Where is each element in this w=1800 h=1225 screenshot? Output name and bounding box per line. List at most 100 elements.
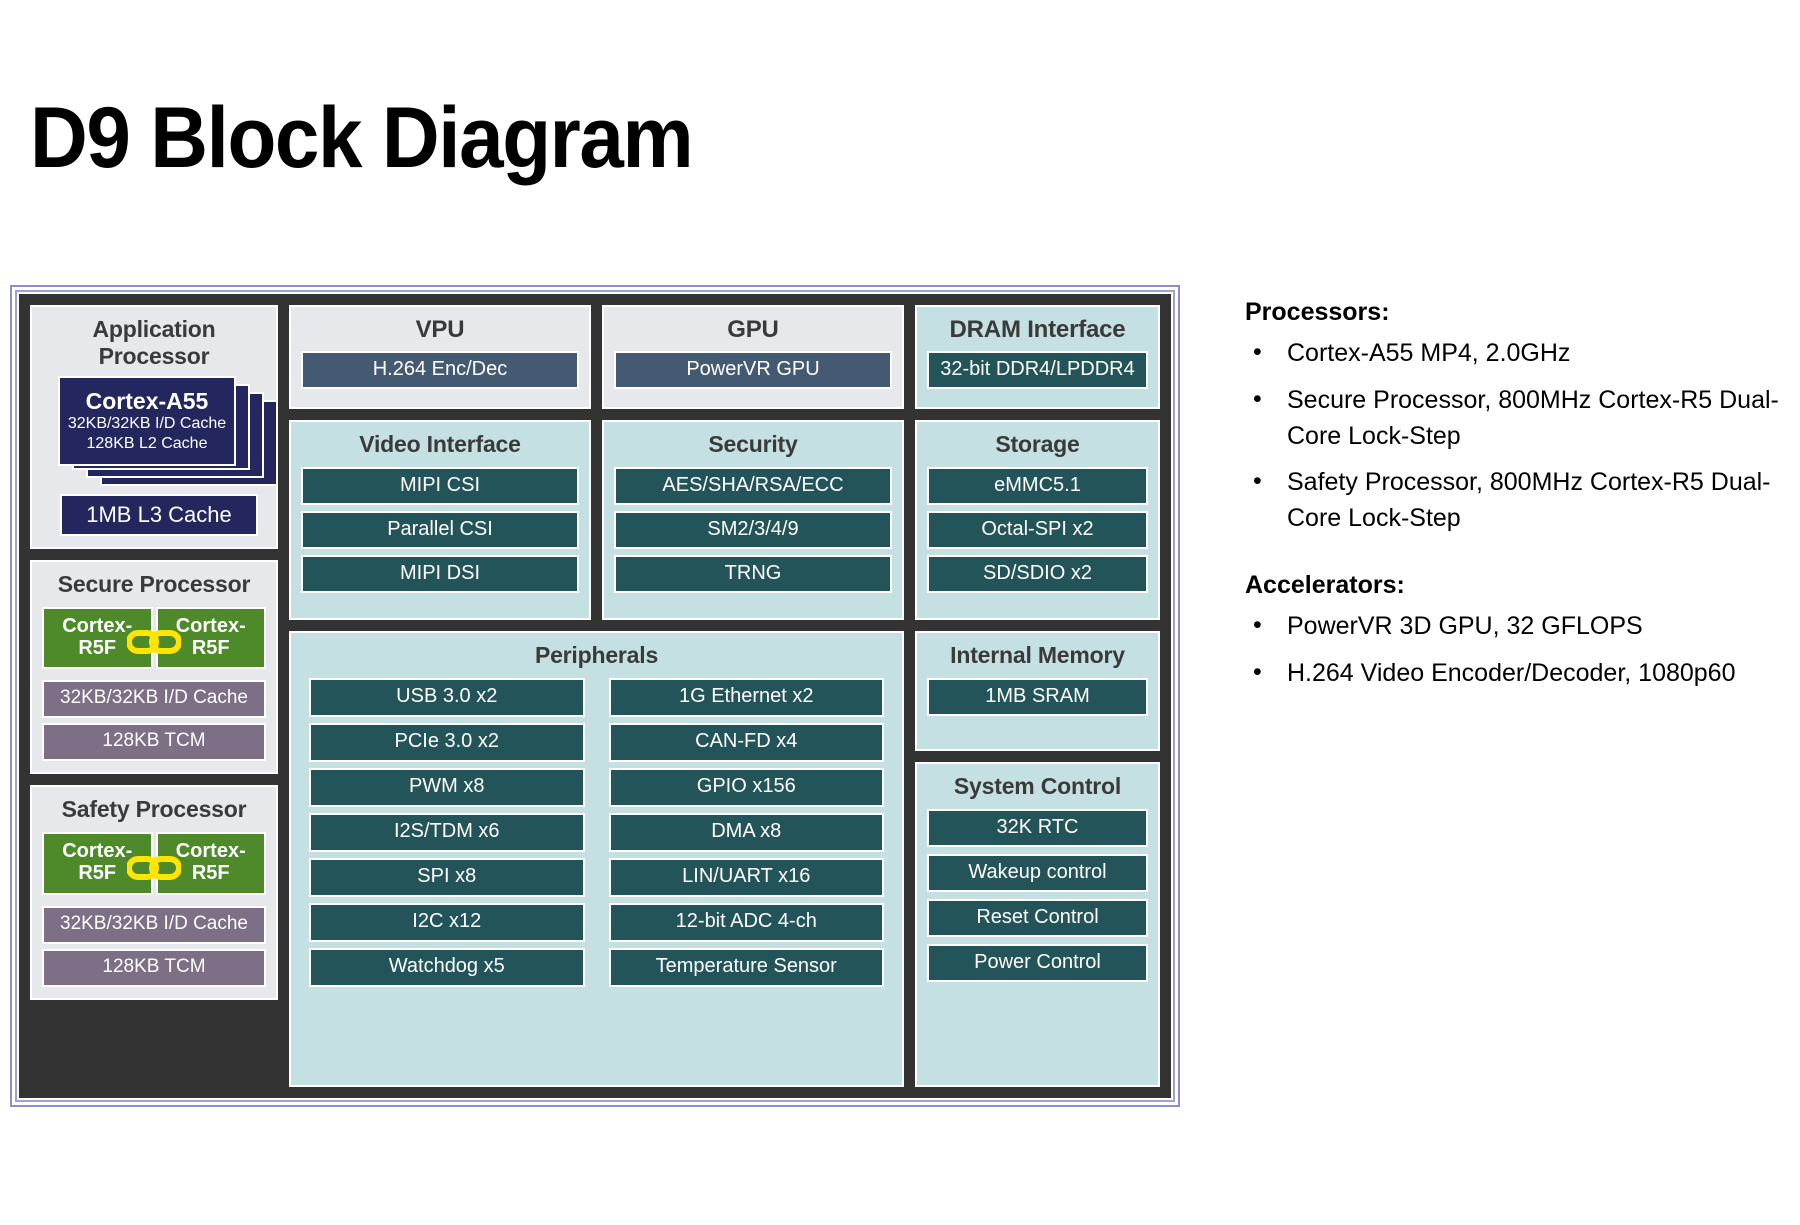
security-chip-0: AES/SHA/RSA/ECC: [614, 466, 892, 505]
video-interface-chip-list: MIPI CSI Parallel CSI MIPI DSI: [301, 466, 579, 593]
cortex-a55-name: Cortex-A55: [85, 388, 209, 415]
safety-processor-core-left: Cortex- R5F: [42, 832, 153, 895]
system-control-chip-list: 32K RTC Wakeup control Reset Control Pow…: [927, 808, 1148, 982]
internal-memory-title: Internal Memory: [950, 642, 1125, 668]
video-interface-panel: Video Interface MIPI CSI Parallel CSI MI…: [289, 420, 591, 620]
cortex-a55-cache-line2: 128KB L2 Cache: [86, 434, 208, 452]
processors-item-0: Cortex-A55 MP4, 2.0GHz: [1245, 335, 1780, 372]
vpu-chip-0: H.264 Enc/Dec: [301, 350, 579, 389]
peripheral-chip-i2s: I2S/TDM x6: [309, 812, 585, 852]
accelerators-item-0: PowerVR 3D GPU, 32 GFLOPS: [1245, 608, 1780, 645]
cortex-a55-core-card: Cortex-A55 32KB/32KB I/D Cache 128KB L2 …: [58, 376, 236, 467]
peripheral-chip-canfd: CAN-FD x4: [608, 722, 884, 762]
vpu-chip-list: H.264 Enc/Dec: [301, 350, 579, 389]
peripheral-chip-spi: SPI x8: [309, 857, 585, 897]
cortex-a55-cache-line1: 32KB/32KB I/D Cache: [67, 415, 227, 433]
internal-memory-panel: Internal Memory 1MB SRAM: [915, 631, 1160, 751]
safety-processor-core-right: Cortex- R5F: [155, 832, 266, 895]
video-interface-chip-1: Parallel CSI: [301, 510, 579, 549]
secure-processor-cache-chip: 32KB/32KB I/D Cache: [42, 680, 266, 719]
cortex-a55-core-stack: Cortex-A55 32KB/32KB I/D Cache 128KB L2 …: [58, 376, 278, 487]
safety-core-right-line1: Cortex-: [175, 840, 246, 862]
storage-chip-list: eMMC5.1 Octal-SPI x2 SD/SDIO x2: [927, 466, 1148, 593]
safety-processor-cache-chip: 32KB/32KB I/D Cache: [42, 905, 266, 944]
peripherals-panel: Peripherals USB 3.0 x2 PCIe 3.0 x2 PWM x…: [289, 631, 904, 1087]
accelerators-item-1: H.264 Video Encoder/Decoder, 1080p60: [1245, 655, 1780, 692]
peripheral-chip-usb: USB 3.0 x2: [309, 677, 585, 717]
peripheral-chip-dma: DMA x8: [608, 812, 884, 852]
processors-item-1: Secure Processor, 800MHz Cortex-R5 Dual-…: [1245, 382, 1780, 455]
diagram-frame-inner: Application Processor Cortex-A55 32KB/32…: [15, 290, 1175, 1102]
peripheral-chip-ethernet: 1G Ethernet x2: [608, 677, 884, 717]
secure-processor-panel: Secure Processor Cortex- R5F Cortex- R5F: [30, 560, 278, 775]
system-control-chip-wakeup: Wakeup control: [927, 853, 1148, 892]
peripherals-title: Peripherals: [534, 642, 659, 668]
secure-core-left-line1: Cortex-: [62, 614, 133, 637]
secure-processor-title: Secure Processor: [57, 571, 251, 597]
vpu-title: VPU: [415, 316, 465, 343]
vpu-panel: VPU H.264 Enc/Dec: [289, 305, 591, 409]
system-control-chip-rtc: 32K RTC: [927, 808, 1148, 847]
application-processor-title: Application Processor: [42, 316, 266, 369]
processors-heading: Processors:: [1245, 298, 1390, 326]
security-title: Security: [708, 431, 798, 457]
peripherals-column-right: 1G Ethernet x2 CAN-FD x4 GPIO x156 DMA x…: [608, 677, 884, 987]
secure-processor-core-left: Cortex- R5F: [42, 606, 153, 670]
safety-core-left-line2: R5F: [78, 862, 117, 885]
top-row: VPU H.264 Enc/Dec GPU PowerVR GPU DRAM I…: [289, 305, 1160, 409]
video-interface-title: Video Interface: [359, 431, 521, 457]
application-processor-panel: Application Processor Cortex-A55 32KB/32…: [30, 305, 278, 549]
video-interface-chip-2: MIPI DSI: [301, 554, 579, 593]
secure-core-right-line1: Cortex-: [175, 614, 246, 637]
peripheral-chip-linuart: LIN/UART x16: [608, 857, 884, 897]
processors-list: Cortex-A55 MP4, 2.0GHz Secure Processor,…: [1245, 335, 1780, 537]
page-title: D9 Block Diagram: [30, 90, 694, 186]
safety-core-right-line2: R5F: [191, 862, 230, 885]
secure-processor-core-pair: Cortex- R5F Cortex- R5F: [42, 606, 266, 670]
application-processor-title-line2: Processor: [98, 342, 210, 369]
memory-control-column: Internal Memory 1MB SRAM System Control …: [915, 631, 1160, 1087]
video-interface-chip-0: MIPI CSI: [301, 466, 579, 505]
peripheral-chip-pwm: PWM x8: [309, 767, 585, 807]
dram-interface-panel: DRAM Interface 32-bit DDR4/LPDDR4: [915, 305, 1160, 409]
block-diagram: Application Processor Cortex-A55 32KB/32…: [10, 285, 1180, 1107]
secure-core-right-line2: R5F: [191, 637, 230, 660]
peripherals-columns: USB 3.0 x2 PCIe 3.0 x2 PWM x8 I2S/TDM x6…: [301, 677, 892, 987]
dram-chip-list: 32-bit DDR4/LPDDR4: [927, 350, 1148, 389]
storage-chip-1: Octal-SPI x2: [927, 510, 1148, 549]
gpu-chip-0: PowerVR GPU: [614, 350, 892, 389]
internal-memory-chip-0: 1MB SRAM: [927, 677, 1148, 716]
dram-chip-0: 32-bit DDR4/LPDDR4: [927, 350, 1148, 389]
middle-row: Video Interface MIPI CSI Parallel CSI MI…: [289, 420, 1160, 620]
system-control-chip-reset: Reset Control: [927, 898, 1148, 937]
peripheral-chip-adc: 12-bit ADC 4-ch: [608, 902, 884, 942]
peripheral-chip-pcie: PCIe 3.0 x2: [309, 722, 585, 762]
accelerators-heading: Accelerators:: [1245, 570, 1405, 599]
storage-chip-0: eMMC5.1: [927, 466, 1148, 505]
gpu-title: GPU: [727, 316, 779, 343]
safety-processor-core-pair: Cortex- R5F Cortex- R5F: [42, 832, 266, 895]
diagram-body: Application Processor Cortex-A55 32KB/32…: [19, 294, 1171, 1098]
peripheral-chip-tempsensor: Temperature Sensor: [608, 947, 884, 987]
safety-processor-title: Safety Processor: [61, 796, 247, 823]
secure-processor-tcm-chip: 128KB TCM: [42, 723, 266, 762]
secure-processor-core-right: Cortex- R5F: [155, 606, 266, 670]
peripherals-column-left: USB 3.0 x2 PCIe 3.0 x2 PWM x8 I2S/TDM x6…: [309, 677, 585, 987]
security-chip-1: SM2/3/4/9: [614, 510, 892, 549]
subsystems-area: VPU H.264 Enc/Dec GPU PowerVR GPU DRAM I…: [289, 305, 1160, 1087]
storage-title: Storage: [995, 431, 1080, 457]
accelerators-list: PowerVR 3D GPU, 32 GFLOPS H.264 Video En…: [1245, 608, 1780, 692]
processors-item-2: Safety Processor, 800MHz Cortex-R5 Dual-…: [1245, 464, 1780, 537]
storage-panel: Storage eMMC5.1 Octal-SPI x2 SD/SDIO x2: [915, 420, 1160, 620]
security-chip-list: AES/SHA/RSA/ECC SM2/3/4/9 TRNG: [614, 466, 892, 593]
gpu-chip-list: PowerVR GPU: [614, 350, 892, 389]
system-control-panel: System Control 32K RTC Wakeup control Re…: [915, 762, 1160, 1087]
peripheral-chip-watchdog: Watchdog x5: [309, 947, 585, 987]
safety-core-left-line1: Cortex-: [62, 840, 133, 862]
system-control-chip-power: Power Control: [927, 943, 1148, 982]
peripheral-chip-i2c: I2C x12: [309, 902, 585, 942]
dram-interface-title: DRAM Interface: [949, 316, 1126, 343]
security-panel: Security AES/SHA/RSA/ECC SM2/3/4/9 TRNG: [602, 420, 904, 620]
specs-notes: Processors: Cortex-A55 MP4, 2.0GHz Secur…: [1245, 300, 1780, 702]
peripheral-chip-gpio: GPIO x156: [608, 767, 884, 807]
